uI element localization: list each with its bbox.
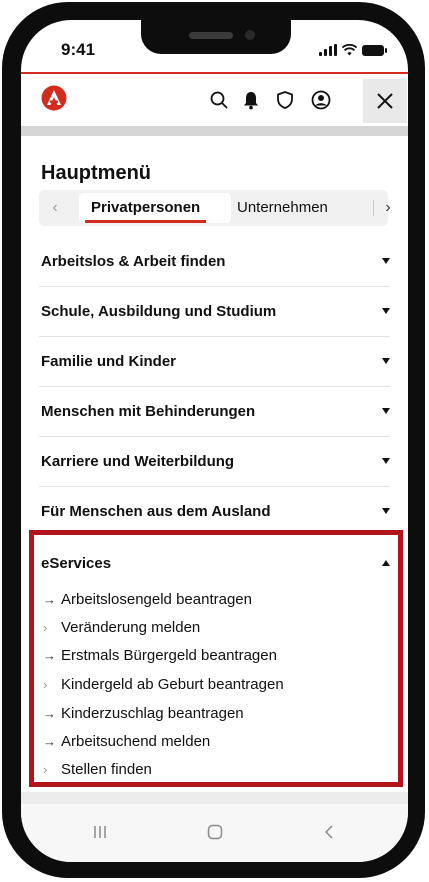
tab-privatpersonen[interactable]: Privatpersonen: [84, 199, 207, 223]
menu-item-label: eServices: [41, 555, 112, 572]
arrow-right-icon: →: [43, 592, 56, 607]
system-nav-bar: [21, 804, 408, 862]
arrow-right-icon: →: [43, 734, 56, 749]
chevron-down-icon: [382, 358, 390, 364]
chevron-right-icon: ›: [43, 762, 48, 777]
wifi-icon: [342, 44, 357, 56]
account-icon[interactable]: [309, 88, 333, 112]
eservice-link-kindergeld[interactable]: › Kindergeld ab Geburt beantragen: [43, 676, 284, 698]
menu-item-label: Menschen mit Behinderungen: [41, 403, 256, 420]
tabs-divider: [373, 200, 374, 216]
speaker: [189, 32, 233, 39]
chevron-right-icon: ›: [43, 677, 48, 692]
arrow-right-icon: →: [43, 648, 56, 663]
chevron-right-icon: ›: [43, 620, 48, 635]
agentur-logo[interactable]: [41, 85, 67, 111]
menu-item-label: Schule, Ausbildung und Studium: [41, 303, 277, 320]
tabs-prev-icon[interactable]: ‹: [43, 190, 67, 226]
recents-icon[interactable]: [93, 824, 107, 840]
menu-title: Hauptmenü: [41, 162, 151, 184]
menu-item-behinderungen[interactable]: Menschen mit Behinderungen: [21, 386, 408, 436]
front-camera: [245, 30, 255, 40]
eservice-link-veraenderung[interactable]: › Veränderung melden: [43, 619, 200, 641]
chevron-down-icon: [382, 508, 390, 514]
header-shadow-bar: [21, 126, 408, 136]
back-icon[interactable]: [323, 824, 335, 840]
eservice-label: Stellen finden: [61, 761, 152, 778]
close-menu-button[interactable]: [363, 79, 407, 123]
menu-item-arbeitslos[interactable]: Arbeitslos & Arbeit finden: [21, 236, 408, 286]
status-icons: [319, 42, 387, 56]
menu-item-karriere[interactable]: Karriere und Weiterbildung: [21, 436, 408, 486]
eservice-label: Arbeitslosengeld beantragen: [61, 591, 252, 608]
chevron-down-icon: [382, 408, 390, 414]
status-bar: 9:41: [21, 20, 408, 72]
eservice-link-arbeitslosengeld[interactable]: → Arbeitslosengeld beantragen: [43, 591, 252, 613]
phone-screen: 9:41 Hauptmenü ‹ Privatpersonen Unterneh…: [21, 20, 408, 862]
eservice-label: Kinderzuschlag beantragen: [61, 705, 244, 722]
eservice-label: Kindergeld ab Geburt beantragen: [61, 676, 284, 693]
menu-item-label: Karriere und Weiterbildung: [41, 453, 235, 470]
menu-item-ausland[interactable]: Für Menschen aus dem Ausland: [21, 486, 408, 536]
bell-icon[interactable]: [239, 88, 263, 112]
eservice-link-buergergeld[interactable]: → Erstmals Bürgergeld beantragen: [43, 647, 277, 669]
signal-icon: [319, 44, 337, 56]
status-time: 9:41: [61, 40, 96, 59]
shield-icon[interactable]: [273, 88, 297, 112]
tab-unternehmen[interactable]: Unternehmen: [237, 199, 328, 216]
menu-item-label: Familie und Kinder: [41, 353, 177, 370]
home-icon[interactable]: [207, 824, 223, 840]
battery-icon: [362, 45, 387, 56]
tabs-next-icon[interactable]: ›: [376, 190, 400, 226]
search-icon[interactable]: [207, 88, 231, 112]
eservice-label: Arbeitsuchend melden: [61, 733, 211, 750]
chevron-down-icon: [382, 458, 390, 464]
eservice-link-stellen[interactable]: › Stellen finden: [43, 761, 152, 783]
chevron-up-icon: [382, 560, 390, 566]
menu-item-label: Für Menschen aus dem Ausland: [41, 503, 271, 520]
arrow-right-icon: →: [43, 706, 56, 721]
eservice-label: Erstmals Bürgergeld beantragen: [61, 647, 277, 664]
app-header: [21, 74, 408, 126]
eservice-link-kinderzuschlag[interactable]: → Kinderzuschlag beantragen: [43, 705, 244, 727]
menu-item-schule[interactable]: Schule, Ausbildung und Studium: [21, 286, 408, 336]
notch: [141, 20, 291, 54]
menu-item-label: Arbeitslos & Arbeit finden: [41, 253, 226, 270]
eservice-label: Veränderung melden: [61, 619, 201, 636]
bottom-strip: [21, 792, 408, 804]
chevron-down-icon: [382, 308, 390, 314]
audience-tabs: ‹ Privatpersonen Unternehmen ›: [39, 190, 391, 226]
phone-frame: 9:41 Hauptmenü ‹ Privatpersonen Unterneh…: [2, 2, 425, 878]
chevron-down-icon: [382, 258, 390, 264]
eservice-link-arbeitsuchend[interactable]: → Arbeitsuchend melden: [43, 733, 210, 755]
menu-item-eservices[interactable]: eServices: [21, 538, 408, 588]
menu-item-familie[interactable]: Familie und Kinder: [21, 336, 408, 386]
close-icon: [377, 93, 393, 109]
